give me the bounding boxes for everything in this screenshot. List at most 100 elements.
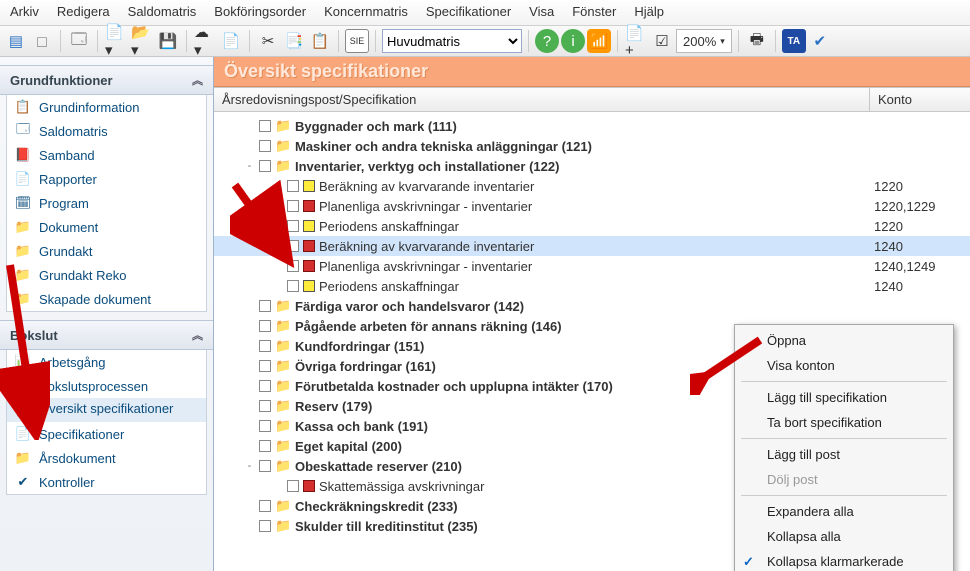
sidebar-item-bokslut-2[interactable]: 📋Översikt specifikationer: [7, 398, 206, 422]
context-menu-item[interactable]: Kollapsa alla: [735, 524, 953, 549]
toolbar-cut-icon[interactable]: ✂: [256, 29, 280, 53]
menu-fonster[interactable]: Fönster: [572, 4, 616, 19]
menu-specifikationer[interactable]: Specifikationer: [426, 4, 511, 19]
sidebar-item-grund-5[interactable]: 📁Dokument: [7, 215, 206, 239]
context-menu-item[interactable]: Visa konton: [735, 353, 953, 378]
tree-checkbox[interactable]: [259, 120, 271, 132]
menu-arkiv[interactable]: Arkiv: [10, 4, 39, 19]
menu-bokforingsorder[interactable]: Bokföringsorder: [214, 4, 306, 19]
tree-row[interactable]: Periodens anskaffningar1220: [214, 216, 970, 236]
tree-row[interactable]: Periodens anskaffningar1240: [214, 276, 970, 296]
toolbar-help-icon[interactable]: ?: [535, 29, 559, 53]
toolbar-zoom[interactable]: 200% ▾: [676, 29, 732, 53]
tree-checkbox[interactable]: [259, 160, 271, 172]
sidebar-item-grund-6[interactable]: 📁Grundakt: [7, 239, 206, 263]
toolbar-sie-icon[interactable]: SIE: [345, 29, 369, 53]
sidebar-item-grund-1[interactable]: 🗔Saldomatris: [7, 119, 206, 143]
sidebar-item-grund-3[interactable]: 📄Rapporter: [7, 167, 206, 191]
toolbar-doc-icon[interactable]: 📄: [219, 29, 243, 53]
folder-icon: 📁: [275, 438, 291, 454]
tree-toggle-icon[interactable]: -: [244, 160, 255, 172]
tree-checkbox[interactable]: [259, 400, 271, 412]
col-header-spec[interactable]: Årsredovisningspost/Specifikation: [214, 88, 870, 111]
context-menu-item[interactable]: Öppna: [735, 328, 953, 353]
sidebar-item-grund-7[interactable]: 📁Grundakt Reko: [7, 263, 206, 287]
sidebar-item-bokslut-3[interactable]: 📄Specifikationer: [7, 422, 206, 446]
tree-checkbox[interactable]: [259, 320, 271, 332]
tree-checkbox[interactable]: [259, 340, 271, 352]
toolbar-adddoc-icon[interactable]: 📄+: [624, 29, 648, 53]
toolbar-grey-icon[interactable]: ◻: [30, 29, 54, 53]
menu-koncernmatris[interactable]: Koncernmatris: [324, 4, 408, 19]
folder-icon: 📁: [275, 358, 291, 374]
tree-row[interactable]: 📁Färdiga varor och handelsvaror (142): [214, 296, 970, 316]
tree-checkbox[interactable]: [259, 500, 271, 512]
toolbar-layout-icon[interactable]: ▤: [4, 29, 28, 53]
tree-checkbox[interactable]: [287, 200, 299, 212]
tree-checkbox[interactable]: [259, 140, 271, 152]
menu-redigera[interactable]: Redigera: [57, 4, 110, 19]
toolbar-checklist-icon[interactable]: ☑: [650, 29, 674, 53]
sidebar-item-grund-0[interactable]: 📋Grundinformation: [7, 95, 206, 119]
tree-row[interactable]: Planenliga avskrivningar - inventarier12…: [214, 196, 970, 216]
menu-visa[interactable]: Visa: [529, 4, 554, 19]
context-menu-item[interactable]: Expandera alla: [735, 499, 953, 524]
tree-row[interactable]: 📁Byggnader och mark (111): [214, 116, 970, 136]
tree-checkbox[interactable]: [287, 180, 299, 192]
tree-row[interactable]: Beräkning av kvarvarande inventarier1240: [214, 236, 970, 256]
tree-toggle-icon[interactable]: -: [244, 460, 255, 472]
toolbar-cloud-icon[interactable]: ☁▾: [193, 29, 217, 53]
toolbar-new-icon[interactable]: 📄▾: [104, 29, 128, 53]
toolbar-ta-icon[interactable]: TA: [782, 29, 806, 53]
tree-checkbox[interactable]: [287, 220, 299, 232]
toolbar-apps-icon[interactable]: 🗔: [67, 29, 91, 53]
toolbar-rss-icon[interactable]: 📶: [587, 29, 611, 53]
toolbar-copy-icon[interactable]: 📑: [282, 29, 306, 53]
col-header-konto[interactable]: Konto: [870, 88, 970, 111]
context-menu-label: Kollapsa alla: [767, 529, 841, 544]
sidebar-item-bokslut-1[interactable]: ⚙Bokslutsprocessen: [7, 374, 206, 398]
tree-checkbox[interactable]: [259, 520, 271, 532]
tree-checkbox[interactable]: [259, 440, 271, 452]
toolbar-paste-icon[interactable]: 📋: [308, 29, 332, 53]
tree-checkbox[interactable]: [287, 240, 299, 252]
sidebar-item-grund-8[interactable]: 📁Skapade dokument: [7, 287, 206, 311]
toolbar-save-icon[interactable]: 💾: [156, 29, 180, 53]
sidebar-item-icon: 🗔: [15, 123, 31, 139]
tree-row[interactable]: Planenliga avskrivningar - inventarier12…: [214, 256, 970, 276]
sidebar-item-bokslut-4[interactable]: 📁Årsdokument: [7, 446, 206, 470]
tree-checkbox[interactable]: [259, 360, 271, 372]
context-menu-item[interactable]: Lägg till post: [735, 442, 953, 467]
tree-checkbox[interactable]: [259, 420, 271, 432]
toolbar-open-icon[interactable]: 📂▾: [130, 29, 154, 53]
tree-row[interactable]: Beräkning av kvarvarande inventarier1220: [214, 176, 970, 196]
toolbar-info-icon[interactable]: i: [561, 29, 585, 53]
tree-checkbox[interactable]: [259, 460, 271, 472]
context-menu-item[interactable]: Ta bort specifikation: [735, 410, 953, 435]
toolbar-check-icon[interactable]: ✔: [808, 29, 832, 53]
tree-row-label: Byggnader och mark (111): [295, 119, 457, 134]
tree-checkbox[interactable]: [287, 480, 299, 492]
menu-saldomatris[interactable]: Saldomatris: [128, 4, 197, 19]
tree-row[interactable]: -📁Inventarier, verktyg och installatione…: [214, 156, 970, 176]
toolbar-print-icon[interactable]: 🖶: [745, 29, 769, 53]
tree-checkbox[interactable]: [259, 300, 271, 312]
toolbar-matrix-select[interactable]: Huvudmatris: [382, 29, 522, 53]
status-yellow-icon: [303, 180, 315, 192]
grid-header: Årsredovisningspost/Specifikation Konto: [214, 87, 970, 112]
sidebar-panel-head-bokslut[interactable]: Bokslut ︽: [0, 320, 213, 350]
context-menu-item[interactable]: ✓Kollapsa klarmarkerade poster: [735, 549, 953, 571]
menu-hjalp[interactable]: Hjälp: [634, 4, 664, 19]
tree-checkbox[interactable]: [259, 380, 271, 392]
tree-checkbox[interactable]: [287, 260, 299, 272]
sidebar-panel-head-grund[interactable]: Grundfunktioner ︽: [0, 65, 213, 95]
status-red-icon: [303, 480, 315, 492]
sidebar-item-bokslut-0[interactable]: 📊Arbetsgång: [7, 350, 206, 374]
tree-row[interactable]: 📁Maskiner och andra tekniska anläggninga…: [214, 136, 970, 156]
tree-row-label: Planenliga avskrivningar - inventarier: [319, 199, 532, 214]
sidebar-item-grund-2[interactable]: 📕Samband: [7, 143, 206, 167]
context-menu-item[interactable]: Lägg till specifikation: [735, 385, 953, 410]
sidebar-item-bokslut-5[interactable]: ✔Kontroller: [7, 470, 206, 494]
sidebar-item-grund-4[interactable]: 🗓Program: [7, 191, 206, 215]
tree-checkbox[interactable]: [287, 280, 299, 292]
